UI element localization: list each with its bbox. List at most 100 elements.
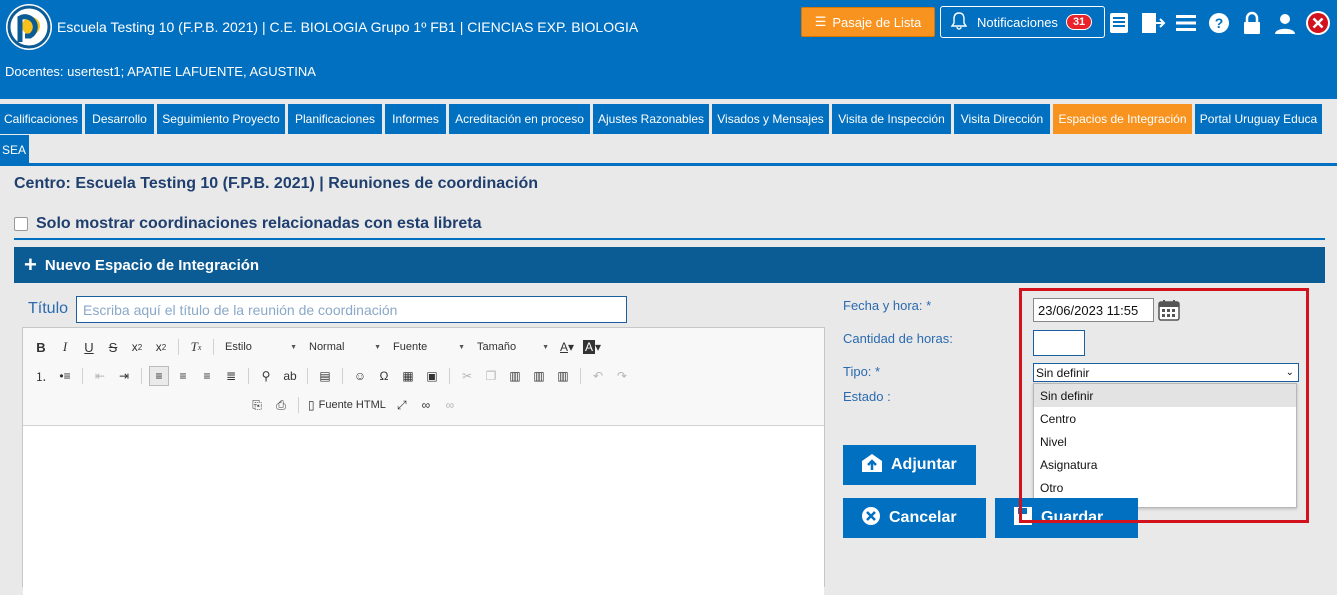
size-combo-label: Tamaño (477, 341, 517, 353)
text-color-icon[interactable]: A ▾ (557, 337, 577, 357)
close-icon[interactable] (1305, 10, 1331, 36)
italic-icon[interactable]: I (55, 337, 75, 357)
user-icon[interactable] (1272, 10, 1298, 36)
only-related-checkbox[interactable] (14, 217, 28, 231)
chevron-down-icon: ▼ (374, 343, 381, 351)
bulleted-list-icon[interactable]: •≡ (55, 366, 75, 386)
copy-icon[interactable]: ❐ (481, 366, 501, 386)
superscript-icon[interactable]: x2 (151, 337, 171, 357)
plus-icon: + (24, 252, 37, 277)
titulo-input[interactable] (76, 296, 627, 323)
paste-word-icon[interactable]: ▥ (553, 366, 573, 386)
paste-icon[interactable]: ▥ (505, 366, 525, 386)
format-combo-label: Normal (309, 341, 345, 353)
list-icon: ☰ (814, 14, 827, 29)
notifications-count-badge: 31 (1065, 14, 1093, 30)
paste-text-icon[interactable]: ▥ (529, 366, 549, 386)
app-logo[interactable] (6, 4, 52, 50)
tab-sea[interactable]: SEA (0, 135, 29, 164)
size-combo[interactable]: Tamaño ▼ (473, 337, 553, 357)
pasaje-de-lista-button[interactable]: ☰ Pasaje de Lista (801, 7, 935, 37)
smiley-icon[interactable]: ☺ (350, 366, 370, 386)
link-icon[interactable]: ∞ (416, 395, 436, 415)
strikethrough-icon[interactable]: S (103, 337, 123, 357)
cancelar-label: Cancelar (889, 509, 957, 526)
notifications-label: Notificaciones (977, 14, 1058, 30)
preview-icon[interactable]: ⎘ (247, 395, 267, 415)
bell-icon (949, 11, 969, 34)
align-left-icon[interactable]: ≡ (149, 366, 169, 386)
adjuntar-button[interactable]: Adjuntar (843, 445, 976, 485)
menu-icon[interactable] (1173, 10, 1199, 36)
header-title: Escuela Testing 10 (F.P.B. 2021) | C.E. … (57, 19, 639, 35)
find-icon[interactable]: ⚲ (256, 366, 276, 386)
decrease-indent-icon[interactable]: ⇤ (90, 366, 110, 386)
titulo-label: Título (28, 300, 69, 317)
chevron-down-icon: ▼ (542, 343, 549, 351)
format-combo[interactable]: Normal ▼ (305, 337, 385, 357)
tab-desarrollo[interactable]: Desarrollo (85, 104, 154, 134)
tab-ajustes-razonables[interactable]: Ajustes Razonables (593, 104, 709, 134)
cut-icon[interactable]: ✂ (457, 366, 477, 386)
help-icon[interactable]: ? (1206, 10, 1232, 36)
app-header: Escuela Testing 10 (F.P.B. 2021) | C.E. … (0, 0, 1337, 99)
style-combo[interactable]: Estilo ▼ (221, 337, 301, 357)
align-right-icon[interactable]: ≡ (197, 366, 217, 386)
lock-icon[interactable] (1239, 10, 1265, 36)
underline-icon[interactable]: U (79, 337, 99, 357)
increase-indent-icon[interactable]: ⇥ (114, 366, 134, 386)
tab-informes[interactable]: Informes (385, 104, 446, 134)
estado-label: Estado : (843, 389, 891, 404)
tab-planificaciones[interactable]: Planificaciones (288, 104, 382, 134)
tab-portal-uruguay-educa[interactable]: Portal Uruguay Educa (1195, 104, 1322, 134)
tab-espacios-integracion[interactable]: Espacios de Integración (1053, 104, 1192, 134)
source-html-button[interactable]: ▯ Fuente HTML (306, 395, 388, 415)
report-icon[interactable] (1107, 10, 1133, 36)
justify-icon[interactable]: ≣ (221, 366, 241, 386)
svg-text:?: ? (1215, 15, 1224, 31)
new-integration-space-header[interactable]: + Nuevo Espacio de Integración (14, 247, 1325, 283)
special-char-icon[interactable]: Ω (374, 366, 394, 386)
align-center-icon[interactable]: ≡ (173, 366, 193, 386)
cancel-icon (861, 506, 881, 531)
chevron-down-icon: ▼ (458, 343, 465, 351)
editor-content-area[interactable] (23, 425, 824, 595)
image-icon[interactable]: ▣ (422, 366, 442, 386)
redo-icon[interactable]: ↷ (612, 366, 632, 386)
tipo-label: Tipo: * (843, 364, 881, 379)
font-combo[interactable]: Fuente ▼ (389, 337, 469, 357)
tab-seguimiento-proyecto[interactable]: Seguimiento Proyecto (157, 104, 285, 134)
section-title: Nuevo Espacio de Integración (44, 256, 260, 274)
unlink-icon[interactable]: ∞ (440, 395, 460, 415)
background-color-icon[interactable]: A ▾ (581, 337, 603, 357)
print-icon[interactable]: ⎙ (271, 395, 291, 415)
maximize-icon[interactable]: ⤢ (392, 395, 412, 415)
subscript-icon[interactable]: x2 (127, 337, 147, 357)
table-icon[interactable]: ▦ (398, 366, 418, 386)
tab-acreditacion[interactable]: Acreditación en proceso (449, 104, 590, 134)
remove-format-icon[interactable]: Tx (186, 337, 206, 357)
replace-icon[interactable]: ab (280, 366, 300, 386)
fecha-hora-label: Fecha y hora: * (843, 298, 932, 313)
page-title: Centro: Escuela Testing 10 (F.P.B. 2021)… (14, 175, 539, 192)
undo-icon[interactable]: ↶ (588, 366, 608, 386)
page-break-icon[interactable]: ▤ (315, 366, 335, 386)
only-related-label: Solo mostrar coordinaciones relacionadas… (36, 215, 482, 232)
source-html-label: Fuente HTML (318, 399, 386, 411)
tabs-divider (0, 163, 1337, 166)
cantidad-horas-label: Cantidad de horas: (843, 331, 953, 346)
highlight-box (1019, 288, 1309, 523)
font-combo-label: Fuente (393, 341, 428, 353)
bold-icon[interactable]: B (31, 337, 51, 357)
cancelar-button[interactable]: Cancelar (843, 498, 986, 538)
section-divider (14, 238, 1325, 240)
tab-visados-mensajes[interactable]: Visados y Mensajes (712, 104, 829, 134)
tab-visita-inspeccion[interactable]: Visita de Inspección (832, 104, 951, 134)
export-icon[interactable] (1140, 10, 1166, 36)
numbered-list-icon[interactable]: ⒈ (31, 366, 51, 386)
rich-text-editor: B I U S x2 x2 Tx Estilo ▼ Normal ▼ Fuente ▼… (22, 327, 825, 595)
source-icon: ▯ (308, 398, 315, 412)
tab-calificaciones[interactable]: Calificaciones (0, 104, 82, 134)
tab-visita-direccion[interactable]: Visita Dirección (954, 104, 1050, 134)
notifications-button[interactable]: Notificaciones 31 (940, 6, 1105, 38)
